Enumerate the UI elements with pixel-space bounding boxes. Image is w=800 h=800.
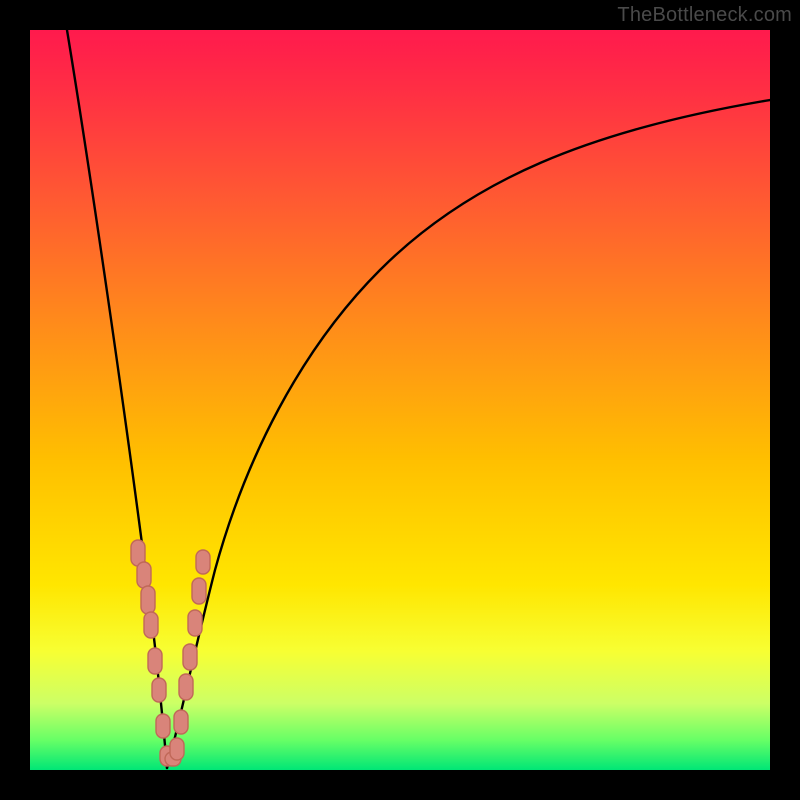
marker: [188, 610, 202, 636]
marker: [196, 550, 210, 574]
chart-frame: TheBottleneck.com: [0, 0, 800, 800]
marker: [148, 648, 162, 674]
marker: [141, 586, 155, 614]
marker-cluster: [131, 540, 210, 766]
marker: [137, 562, 151, 588]
marker: [156, 714, 170, 738]
marker: [174, 710, 188, 734]
bottleneck-curve-right: [167, 100, 770, 768]
watermark-text: TheBottleneck.com: [617, 4, 792, 27]
marker: [183, 644, 197, 670]
marker: [192, 578, 206, 604]
marker: [152, 678, 166, 702]
marker: [170, 738, 184, 760]
curve-layer: [30, 30, 770, 770]
plot-area: [30, 30, 770, 770]
marker: [144, 612, 158, 638]
marker: [179, 674, 193, 700]
